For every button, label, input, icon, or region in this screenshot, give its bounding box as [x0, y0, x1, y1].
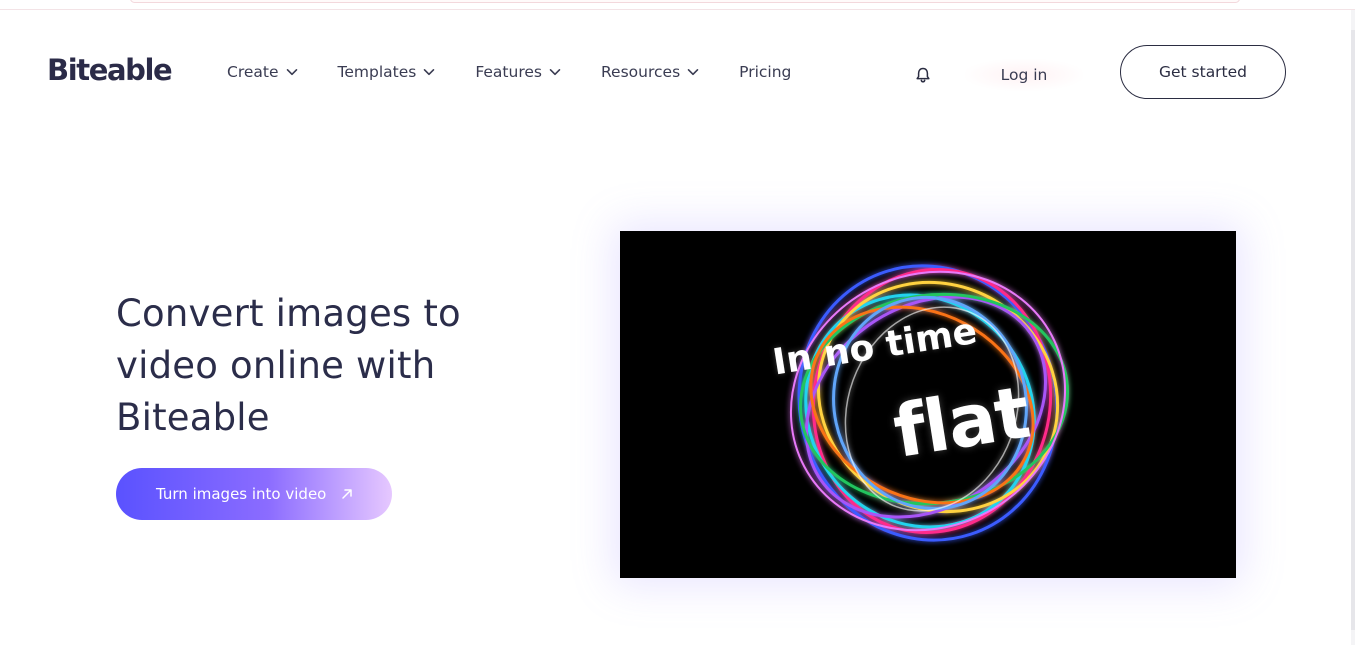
chevron-down-icon: [549, 69, 561, 76]
chevron-down-icon: [687, 69, 699, 76]
arrow-up-right-icon: [342, 489, 353, 499]
hero-title-line: video online with: [116, 344, 436, 387]
site-header: Biteable Create Templates Features Resou…: [0, 10, 1355, 130]
nav-item-create[interactable]: Create: [227, 63, 299, 81]
nav-item-templates[interactable]: Templates: [338, 63, 437, 81]
nav-item-label: Features: [475, 63, 542, 81]
cta-label: Turn images into video: [156, 485, 327, 503]
nav-item-label: Resources: [600, 63, 681, 81]
chevron-down-icon: [424, 69, 435, 76]
nav-item-label: Pricing: [739, 63, 792, 81]
nav-item-label: Templates: [337, 63, 417, 81]
main-nav: Create Templates Features Resources Pric…: [227, 63, 830, 81]
get-started-button[interactable]: Get started: [1120, 45, 1286, 99]
nav-item-resources[interactable]: Resources: [601, 63, 700, 81]
chevron-down-icon: [286, 69, 297, 76]
biteable-logo[interactable]: Biteable: [47, 53, 173, 87]
bell-icon[interactable]: [914, 66, 932, 84]
hero-title: Convert images to video online with Bite…: [116, 288, 536, 444]
turn-images-into-video-button[interactable]: Turn images into video: [116, 468, 392, 520]
nav-item-features[interactable]: Features: [475, 63, 562, 81]
hero-title-line: Biteable: [116, 396, 270, 439]
hero-title-line: Convert images to: [116, 292, 461, 335]
hero-video[interactable]: In no time flat: [620, 231, 1236, 578]
top-banner-outline: [130, 0, 1240, 3]
nav-item-pricing[interactable]: Pricing: [739, 63, 791, 81]
login-button[interactable]: Log in: [965, 59, 1083, 91]
browser-top-strip: [0, 0, 1355, 10]
nav-item-label: Create: [227, 63, 279, 81]
